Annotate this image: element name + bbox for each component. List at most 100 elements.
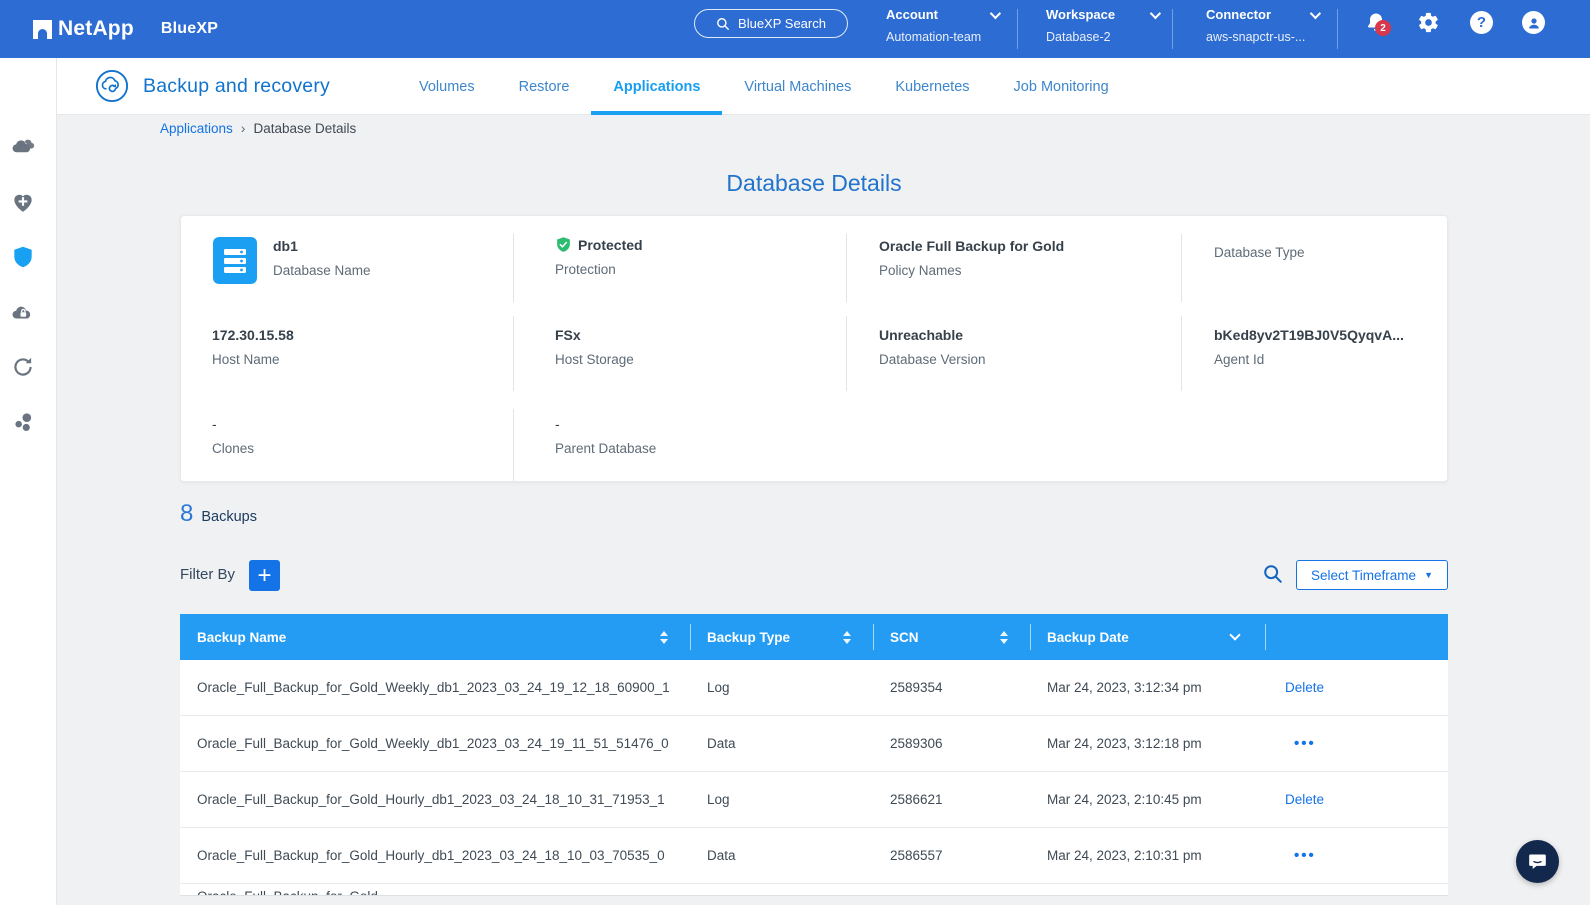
workspace-menu[interactable]: Workspace Database-2 — [1046, 7, 1176, 44]
host-name-value: 172.30.15.58 — [212, 327, 294, 343]
agent-id-label: Agent Id — [1214, 352, 1404, 367]
account-menu[interactable]: Account Automation-team — [886, 7, 1016, 44]
protection-shield-icon[interactable] — [10, 244, 36, 270]
tab-kubernetes[interactable]: Kubernetes — [873, 58, 991, 115]
backup-type-header-label: Backup Type — [707, 630, 790, 645]
tab-applications[interactable]: Applications — [591, 58, 722, 115]
divider — [513, 316, 514, 391]
health-heart-icon[interactable] — [10, 189, 36, 215]
brand: NetApp BlueXP — [33, 0, 218, 58]
delete-link[interactable]: Delete — [1285, 792, 1324, 807]
agent-id-value: bKed8yv2T19BJ0V5QyqvA... — [1214, 327, 1404, 343]
backup-date-cell: Mar 24, 2023, 2:10:31 pm — [1030, 848, 1265, 863]
backup-name-cell: Oracle_Full_Backup_for_Gold_Hourly_db1_2… — [180, 792, 690, 807]
column-header-backup-name[interactable]: Backup Name — [180, 614, 690, 660]
row-actions-menu[interactable]: ••• — [1294, 847, 1316, 864]
breadcrumb-current: Database Details — [253, 121, 356, 136]
search-icon — [716, 17, 730, 31]
database-icon — [213, 237, 257, 284]
backup-date-cell: Mar 24, 2023, 3:12:18 pm — [1030, 736, 1265, 751]
breadcrumb-separator: › — [241, 120, 246, 136]
host-storage-label: Host Storage — [555, 352, 634, 367]
field-database-name: db1 Database Name — [273, 238, 371, 278]
sync-restore-icon[interactable] — [10, 354, 36, 380]
column-header-backup-type[interactable]: Backup Type — [690, 614, 873, 660]
column-header-actions — [1265, 614, 1448, 660]
add-filter-button[interactable]: + — [249, 560, 280, 591]
sort-icon[interactable] — [843, 631, 851, 644]
backup-name-cell: Oracle_Full_Backup_for_Gold_... — [180, 884, 690, 896]
canvas-clouds-icon[interactable] — [10, 134, 36, 160]
cluster-dots-icon[interactable] — [10, 409, 36, 435]
filter-by-label: Filter By — [180, 566, 235, 583]
bluexp-search[interactable]: BlueXP Search — [694, 9, 848, 38]
account-label: Account — [886, 7, 938, 22]
settings-gear-icon[interactable] — [1417, 11, 1441, 35]
backup-name-cell: Oracle_Full_Backup_for_Gold_Weekly_db1_2… — [180, 680, 690, 695]
tab-virtual-machines[interactable]: Virtual Machines — [722, 58, 873, 115]
field-database-version: Unreachable Database Version — [879, 327, 986, 367]
backup-type-cell: Log — [690, 792, 873, 807]
database-type-label: Database Type — [1214, 245, 1305, 260]
bluexp-product-name: BlueXP — [161, 20, 218, 38]
breadcrumb-applications-link[interactable]: Applications — [160, 121, 233, 136]
notification-count-badge: 2 — [1375, 20, 1391, 36]
divider — [1181, 234, 1182, 302]
service-tabs: Volumes Restore Applications Virtual Mac… — [397, 58, 1131, 115]
table-row: Oracle_Full_Backup_for_Gold_Hourly_db1_2… — [180, 772, 1448, 828]
backup-type-cell: Data — [690, 736, 873, 751]
table-row: Oracle_Full_Backup_for_Gold_Weekly_db1_2… — [180, 660, 1448, 716]
table-row: Oracle_Full_Backup_for_Gold_Hourly_db1_2… — [180, 828, 1448, 884]
search-label: BlueXP Search — [738, 16, 826, 31]
table-row: Oracle_Full_Backup_for_Gold_Weekly_db1_2… — [180, 716, 1448, 772]
tab-volumes[interactable]: Volumes — [397, 58, 497, 115]
connector-value: aws-snapctr-us-... — [1206, 30, 1336, 44]
parent-database-value: - — [555, 416, 656, 432]
field-database-type: Database Type — [1214, 245, 1305, 260]
sort-icon[interactable] — [1000, 631, 1008, 644]
sort-icon[interactable] — [660, 631, 668, 644]
chat-bubble-icon — [1527, 851, 1548, 872]
database-name-value: db1 — [273, 238, 371, 254]
netapp-logo-text: NetApp — [58, 17, 134, 41]
cloud-lock-icon[interactable] — [10, 299, 36, 325]
account-value: Automation-team — [886, 30, 1016, 44]
clones-label: Clones — [212, 441, 254, 456]
divider — [846, 234, 847, 302]
field-agent-id: bKed8yv2T19BJ0V5QyqvA... Agent Id — [1214, 327, 1404, 367]
table-header: Backup Name Backup Type SCN Backup Date — [180, 614, 1448, 660]
backup-date-cell: Mar 24, 2023, 3:12:34 pm — [1030, 680, 1265, 695]
divider — [1337, 9, 1338, 49]
database-version-value: Unreachable — [879, 327, 986, 343]
chat-help-button[interactable] — [1516, 840, 1559, 883]
tab-restore[interactable]: Restore — [497, 58, 592, 115]
policy-names-label: Policy Names — [879, 263, 1064, 278]
backups-count: 8 — [180, 500, 193, 528]
field-policy-names: Oracle Full Backup for Gold Policy Names — [879, 238, 1064, 278]
parent-database-label: Parent Database — [555, 441, 656, 456]
user-avatar-icon[interactable] — [1522, 11, 1546, 35]
field-clones: - Clones — [212, 416, 254, 456]
select-timeframe-button[interactable]: Select Timeframe ▼ — [1296, 560, 1448, 590]
backups-table: Backup Name Backup Type SCN Backup Date … — [180, 614, 1448, 896]
sort-descending-icon[interactable] — [1229, 629, 1240, 640]
connector-menu[interactable]: Connector aws-snapctr-us-... — [1206, 7, 1336, 44]
chevron-down-icon — [990, 7, 1001, 18]
field-host-storage: FSx Host Storage — [555, 327, 634, 367]
protected-shield-check-icon — [555, 236, 572, 253]
column-header-scn[interactable]: SCN — [873, 614, 1030, 660]
backup-name-cell: Oracle_Full_Backup_for_Gold_Hourly_db1_2… — [180, 848, 690, 863]
host-name-label: Host Name — [212, 352, 294, 367]
field-host-name: 172.30.15.58 Host Name — [212, 327, 294, 367]
tab-job-monitoring[interactable]: Job Monitoring — [992, 58, 1131, 115]
delete-link[interactable]: Delete — [1285, 680, 1324, 695]
backup-name-header-label: Backup Name — [197, 630, 286, 645]
table-search-icon[interactable] — [1262, 563, 1284, 585]
row-actions-menu[interactable]: ••• — [1294, 735, 1316, 752]
top-bar: NetApp BlueXP BlueXP Search Account Auto… — [0, 0, 1590, 58]
chevron-down-icon — [1150, 7, 1161, 18]
chevron-down-icon — [1310, 7, 1321, 18]
help-icon[interactable]: ? — [1470, 11, 1494, 35]
column-header-backup-date[interactable]: Backup Date — [1030, 614, 1265, 660]
field-protection: Protected Protection — [555, 236, 643, 277]
